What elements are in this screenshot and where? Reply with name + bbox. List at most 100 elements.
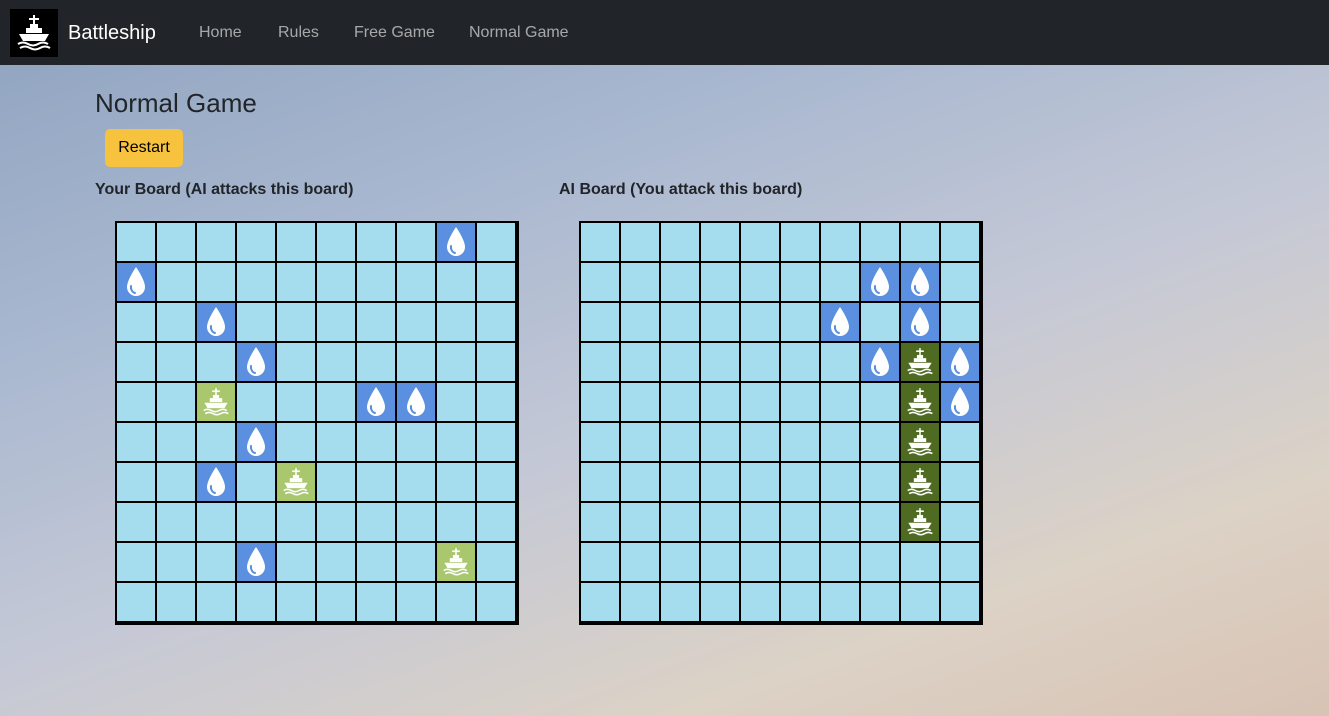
nav-link-normal-game[interactable]: Normal Game [469,23,569,43]
ai-cell-8-9[interactable] [940,542,980,582]
player-cell-3-2[interactable] [196,342,236,382]
player-cell-1-5[interactable] [316,262,356,302]
player-cell-5-7[interactable] [396,422,436,462]
ai-cell-4-8[interactable] [900,382,940,422]
ai-cell-1-1[interactable] [620,262,660,302]
player-cell-3-9[interactable] [476,342,516,382]
player-cell-0-7[interactable] [396,222,436,262]
ai-cell-9-9[interactable] [940,582,980,622]
player-cell-0-5[interactable] [316,222,356,262]
player-cell-0-3[interactable] [236,222,276,262]
player-cell-6-8[interactable] [436,462,476,502]
ai-cell-6-0[interactable] [580,462,620,502]
player-cell-4-8[interactable] [436,382,476,422]
ai-cell-0-5[interactable] [780,222,820,262]
battleship-icon[interactable] [10,9,58,57]
ai-cell-2-7[interactable] [860,302,900,342]
player-cell-2-2[interactable] [196,302,236,342]
ai-cell-7-3[interactable] [700,502,740,542]
ai-cell-5-3[interactable] [700,422,740,462]
ai-cell-8-0[interactable] [580,542,620,582]
player-cell-7-8[interactable] [436,502,476,542]
player-cell-4-2[interactable] [196,382,236,422]
player-cell-7-6[interactable] [356,502,396,542]
player-cell-2-3[interactable] [236,302,276,342]
player-cell-3-7[interactable] [396,342,436,382]
ai-cell-1-7[interactable] [860,262,900,302]
player-cell-5-2[interactable] [196,422,236,462]
player-cell-0-4[interactable] [276,222,316,262]
player-cell-3-3[interactable] [236,342,276,382]
ai-cell-5-0[interactable] [580,422,620,462]
player-cell-7-0[interactable] [116,502,156,542]
player-cell-8-2[interactable] [196,542,236,582]
ai-cell-9-0[interactable] [580,582,620,622]
player-cell-9-0[interactable] [116,582,156,622]
ai-cell-6-7[interactable] [860,462,900,502]
player-cell-9-1[interactable] [156,582,196,622]
player-cell-0-8[interactable] [436,222,476,262]
ai-cell-7-0[interactable] [580,502,620,542]
ai-cell-1-8[interactable] [900,262,940,302]
player-cell-1-8[interactable] [436,262,476,302]
ai-cell-9-8[interactable] [900,582,940,622]
ai-cell-7-4[interactable] [740,502,780,542]
ai-cell-5-7[interactable] [860,422,900,462]
player-cell-2-1[interactable] [156,302,196,342]
player-cell-6-5[interactable] [316,462,356,502]
ai-cell-8-6[interactable] [820,542,860,582]
ai-cell-3-4[interactable] [740,342,780,382]
ai-cell-0-4[interactable] [740,222,780,262]
ai-cell-7-9[interactable] [940,502,980,542]
ai-cell-4-5[interactable] [780,382,820,422]
ai-cell-2-9[interactable] [940,302,980,342]
player-cell-1-9[interactable] [476,262,516,302]
ai-cell-1-3[interactable] [700,262,740,302]
ai-cell-3-8[interactable] [900,342,940,382]
ai-cell-3-6[interactable] [820,342,860,382]
player-cell-3-1[interactable] [156,342,196,382]
ai-cell-7-6[interactable] [820,502,860,542]
ai-cell-8-4[interactable] [740,542,780,582]
player-cell-3-5[interactable] [316,342,356,382]
player-cell-7-7[interactable] [396,502,436,542]
player-cell-6-7[interactable] [396,462,436,502]
player-cell-2-5[interactable] [316,302,356,342]
nav-link-free-game[interactable]: Free Game [354,23,435,43]
ai-cell-0-6[interactable] [820,222,860,262]
ai-cell-6-6[interactable] [820,462,860,502]
player-cell-6-4[interactable] [276,462,316,502]
brand-name[interactable]: Battleship [68,21,156,45]
player-cell-4-5[interactable] [316,382,356,422]
ai-cell-4-0[interactable] [580,382,620,422]
player-cell-1-1[interactable] [156,262,196,302]
player-cell-3-8[interactable] [436,342,476,382]
player-cell-8-9[interactable] [476,542,516,582]
ai-cell-1-6[interactable] [820,262,860,302]
ai-cell-2-6[interactable] [820,302,860,342]
player-cell-1-2[interactable] [196,262,236,302]
ai-cell-8-3[interactable] [700,542,740,582]
player-cell-8-8[interactable] [436,542,476,582]
ai-cell-3-2[interactable] [660,342,700,382]
player-cell-6-9[interactable] [476,462,516,502]
ai-cell-7-1[interactable] [620,502,660,542]
player-cell-8-3[interactable] [236,542,276,582]
ai-cell-5-9[interactable] [940,422,980,462]
ai-cell-3-1[interactable] [620,342,660,382]
player-cell-4-6[interactable] [356,382,396,422]
player-cell-6-0[interactable] [116,462,156,502]
ai-cell-7-8[interactable] [900,502,940,542]
player-cell-2-9[interactable] [476,302,516,342]
ai-cell-0-3[interactable] [700,222,740,262]
ai-cell-5-1[interactable] [620,422,660,462]
ai-cell-9-2[interactable] [660,582,700,622]
ai-cell-4-1[interactable] [620,382,660,422]
player-cell-2-6[interactable] [356,302,396,342]
ai-cell-1-4[interactable] [740,262,780,302]
ai-cell-6-2[interactable] [660,462,700,502]
ai-cell-0-2[interactable] [660,222,700,262]
player-cell-1-7[interactable] [396,262,436,302]
ai-cell-1-5[interactable] [780,262,820,302]
player-cell-8-7[interactable] [396,542,436,582]
